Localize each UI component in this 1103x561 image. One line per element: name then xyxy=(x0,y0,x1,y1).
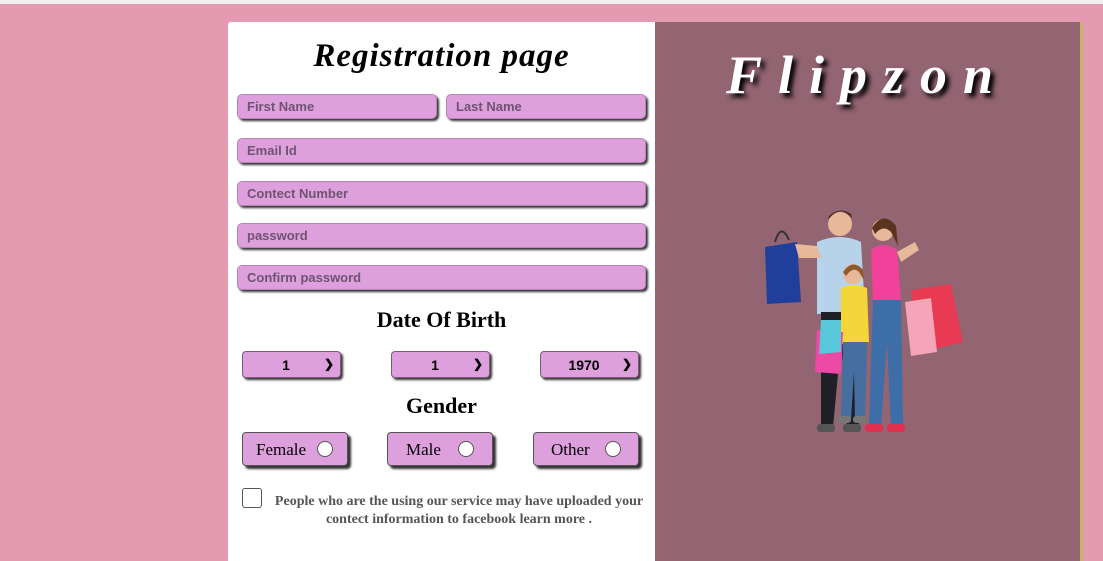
chevron-down-icon: ❯ xyxy=(621,357,632,371)
email-input[interactable] xyxy=(237,138,646,163)
first-name-input[interactable] xyxy=(237,94,437,119)
gender-option-female[interactable]: Female xyxy=(242,432,348,466)
form-panel: Registration page Date Of Birth 1 ❯ 1 ❯ … xyxy=(228,22,655,561)
contact-number-input[interactable] xyxy=(237,181,646,206)
dob-month-select[interactable]: 1 ❯ xyxy=(391,351,490,378)
dob-day-select[interactable]: 1 ❯ xyxy=(242,351,341,378)
brand-panel: Flipzon xyxy=(655,22,1083,561)
brand-logo: Flipzon xyxy=(725,45,1010,105)
dob-year-value: 1970 xyxy=(568,357,600,373)
other-radio[interactable] xyxy=(605,441,621,457)
dob-month-value: 1 xyxy=(431,357,439,373)
male-radio[interactable] xyxy=(458,441,474,457)
confirm-password-input[interactable] xyxy=(237,265,646,290)
female-radio[interactable] xyxy=(317,441,333,457)
dob-year-select[interactable]: 1970 ❯ xyxy=(540,351,639,378)
chevron-down-icon: ❯ xyxy=(323,357,334,371)
dob-day-value: 1 xyxy=(282,357,290,373)
gender-heading: Gender xyxy=(406,393,477,418)
gender-option-male[interactable]: Male xyxy=(387,432,493,466)
family-shopping-illustration xyxy=(765,210,963,432)
page-title: Registration page xyxy=(313,38,570,74)
consent-notice: People who are the using our service may… xyxy=(274,494,644,527)
registration-card: Registration page Date Of Birth 1 ❯ 1 ❯ … xyxy=(228,22,1083,561)
gender-label: Female xyxy=(256,440,307,459)
consent-checkbox[interactable] xyxy=(242,488,262,508)
gender-label: Other xyxy=(551,440,590,459)
dob-heading: Date Of Birth xyxy=(376,307,507,332)
chevron-down-icon: ❯ xyxy=(472,357,483,371)
gender-option-other[interactable]: Other xyxy=(533,432,639,466)
password-input[interactable] xyxy=(237,223,646,248)
gender-label: Male xyxy=(406,440,441,459)
browser-top-strip xyxy=(0,0,1103,4)
last-name-input[interactable] xyxy=(446,94,646,119)
